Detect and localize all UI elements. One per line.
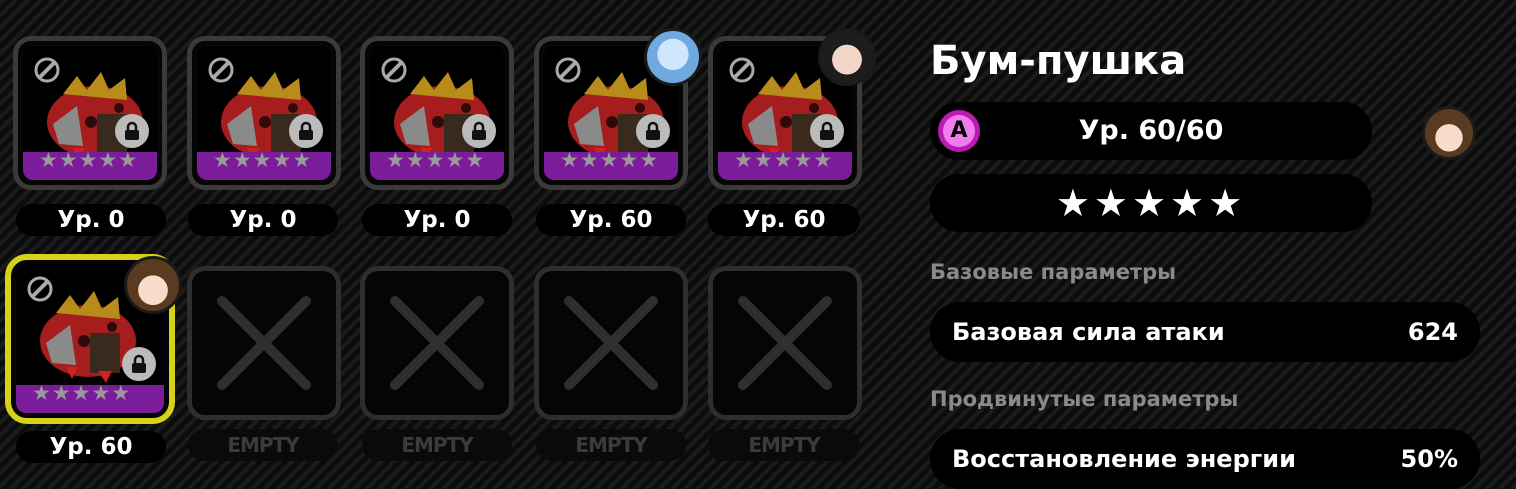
lock-icon [462, 114, 496, 148]
slot-level-label: Ур. 0 [362, 204, 512, 236]
detail-star-rating: ★★★★★ [1055, 181, 1247, 225]
empty-slot-label: EMPTY [362, 429, 512, 461]
wrench-icon [381, 57, 407, 83]
wrench-icon [555, 57, 581, 83]
slot-level-label: Ур. 60 [536, 204, 686, 236]
equipment-card[interactable]: ★ ★ ★ ★ ★ [13, 36, 167, 190]
star-rating: ★ ★ ★ ★ ★ [213, 148, 312, 172]
empty-slot-label: EMPTY [536, 429, 686, 461]
base-stat-row: Базовая сила атаки 624 [930, 302, 1480, 362]
empty-slot-label: EMPTY [188, 429, 338, 461]
base-params-heading: Базовые параметры [930, 260, 1177, 284]
lock-icon [289, 114, 323, 148]
wrench-icon [34, 57, 60, 83]
adv-stat-row: Восстановление энергии 50% [930, 429, 1480, 489]
base-stat-name: Базовая сила атаки [952, 318, 1225, 346]
user-avatar-icon [124, 256, 182, 314]
wrench-icon [208, 57, 234, 83]
base-stat-value: 624 [1407, 318, 1458, 346]
equipment-card[interactable]: ★ ★ ★ ★ ★ [360, 36, 514, 190]
empty-slot-2[interactable] [360, 266, 514, 420]
slot-level-label: Ур. 0 [16, 204, 166, 236]
detail-panel: Бум-пушка A Ур. 60/60 ★★★★★ Базовые пара… [930, 0, 1490, 489]
equipment-level: Ур. 60/60 [1078, 115, 1224, 146]
empty-slot-1[interactable] [187, 266, 341, 420]
user-avatar-icon [644, 28, 702, 86]
wrench-icon [729, 57, 755, 83]
star-pill: ★★★★★ [930, 174, 1372, 232]
adv-stat-value: 50% [1400, 445, 1458, 473]
empty-slot-4[interactable] [708, 266, 862, 420]
star-rating: ★ ★ ★ ★ ★ [560, 148, 659, 172]
lock-icon [115, 114, 149, 148]
slot-level-label: Ур. 60 [16, 431, 166, 463]
lock-icon [810, 114, 844, 148]
equipment-card[interactable]: ★ ★ ★ ★ ★ [187, 36, 341, 190]
slot-level-label: Ур. 60 [708, 204, 860, 236]
slot-level-label: Ур. 0 [188, 204, 338, 236]
adv-stat-name: Восстановление энергии [952, 445, 1296, 473]
empty-x-icon [390, 296, 484, 390]
user-avatar-icon [818, 28, 876, 86]
star-rating: ★ ★ ★ ★ ★ [39, 148, 138, 172]
star-rating: ★ ★ ★ ★ ★ [386, 148, 485, 172]
star-rating: ★ ★ ★ ★ ★ [32, 381, 131, 405]
empty-x-icon [217, 296, 311, 390]
equipment-title: Бум-пушка [930, 38, 1187, 84]
star-rating: ★ ★ ★ ★ ★ [734, 148, 833, 172]
empty-slot-3[interactable] [534, 266, 688, 420]
empty-x-icon [738, 296, 832, 390]
empty-x-icon [564, 296, 658, 390]
owner-avatar-icon[interactable] [1422, 106, 1476, 160]
wrench-icon [27, 276, 53, 302]
empty-slot-label: EMPTY [708, 429, 860, 461]
level-pill: A Ур. 60/60 [930, 102, 1372, 160]
equipment-grid: ★ ★ ★ ★ ★ Ур. 0 ★ ★ ★ ★ ★ Ур. 0 ★ ★ ★ ★ … [0, 0, 880, 489]
lock-icon [122, 347, 156, 381]
advanced-params-heading: Продвинутые параметры [930, 387, 1239, 411]
lock-icon [636, 114, 670, 148]
